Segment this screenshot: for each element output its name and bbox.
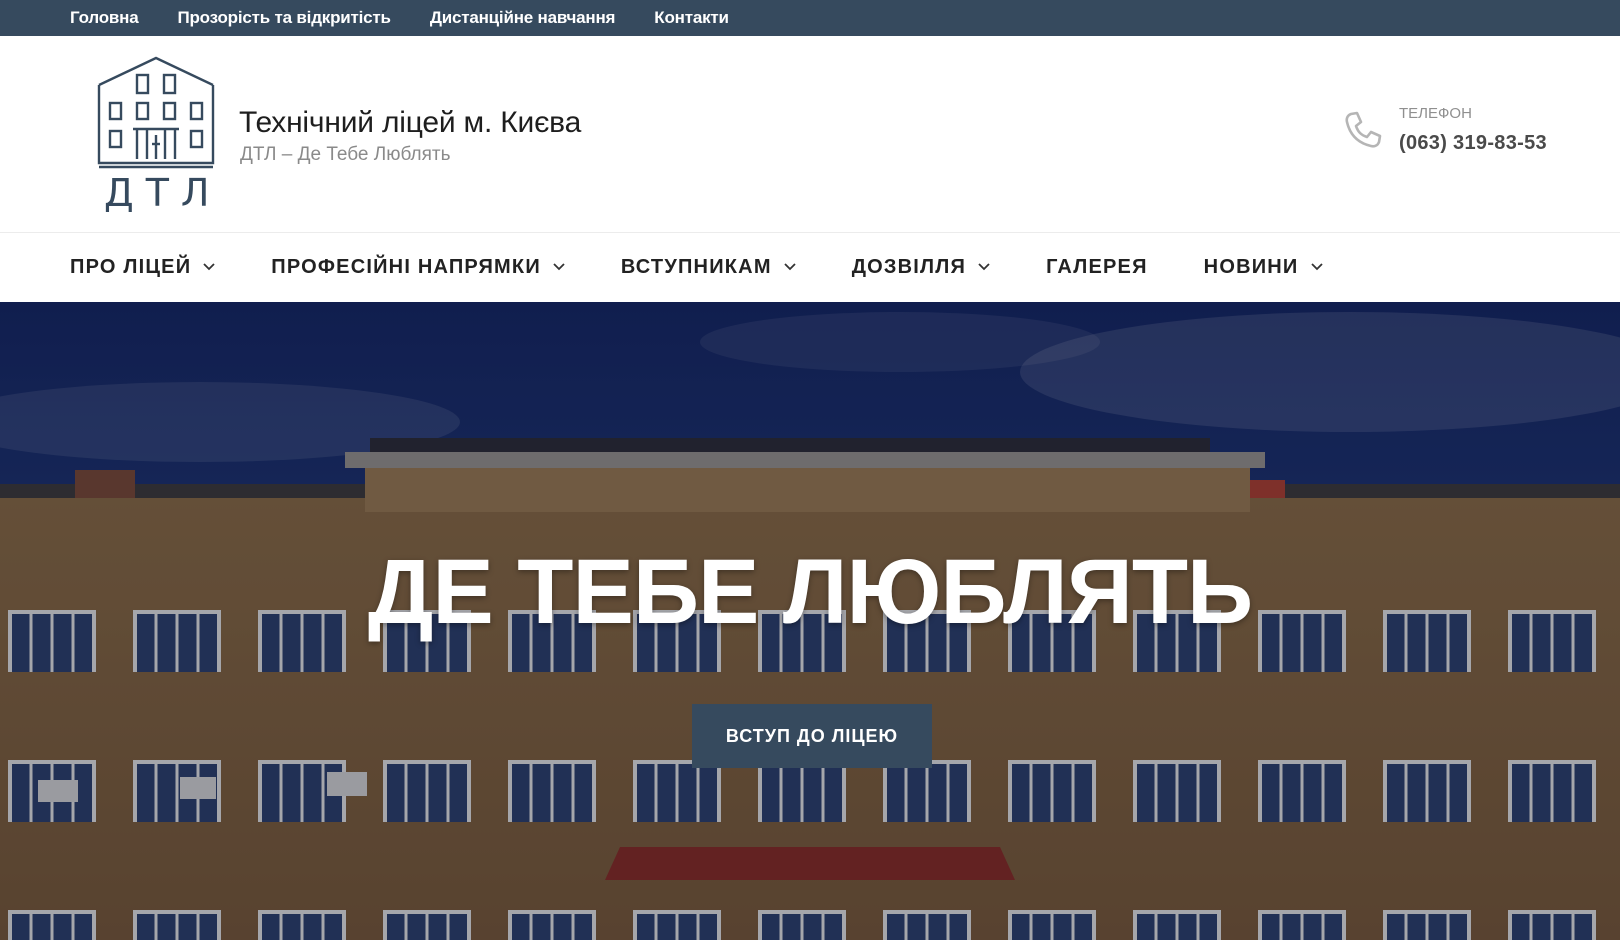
top-link-transparency[interactable]: Прозорість та відкритість [177,8,391,28]
nav-item-label: ВСТУПНИКАМ [620,255,772,278]
main-nav: ПРО ЛІЦЕЙ ПРОФЕСІЙНІ НАПРЯМКИ ВСТУПНИКАМ… [0,233,1620,301]
site-header: ДТЛ Технічний ліцей м. Києва ДТЛ – Де Те… [0,36,1620,233]
phone-icon [1345,111,1382,148]
site-title[interactable]: Технічний ліцей м. Києва [239,106,581,140]
hero-banner: ДЕ ТЕБЕ ЛЮБЛЯТЬ ВСТУП ДО ЛІЦЕЮ [0,302,1620,940]
nav-item-gallery[interactable]: ГАЛЕРЕЯ [1046,256,1148,279]
nav-item-label: ПРО ЛІЦЕЙ [70,255,192,278]
nav-item-applicants[interactable]: ВСТУПНИКАМ [621,256,796,279]
admission-button[interactable]: ВСТУП ДО ЛІЦЕЮ [692,704,932,768]
nav-item-professional-directions[interactable]: ПРОФЕСІЙНІ НАПРЯМКИ [271,256,565,279]
chevron-down-icon [1310,263,1323,271]
top-bar: Головна Прозорість та відкритість Дистан… [0,0,1620,36]
site-tagline: ДТЛ – Де Тебе Люблять [240,144,451,165]
chevron-down-icon [203,263,215,271]
nav-item-leisure[interactable]: ДОЗВІЛЛЯ [852,256,990,279]
top-link-home[interactable]: Головна [70,8,139,28]
phone-number[interactable]: (063) 319-83-53 [1399,132,1547,155]
logo-text: ДТЛ [104,171,222,215]
nav-item-label: ПРОФЕСІЙНІ НАПРЯМКИ [271,255,541,278]
phone-label: Телефон [1399,105,1472,122]
chevron-down-icon [784,263,796,271]
nav-item-label: НОВИНИ [1203,255,1299,278]
nav-item-label: ГАЛЕРЕЯ [1046,255,1148,278]
top-links: Головна Прозорість та відкритість Дистан… [70,0,729,36]
nav-item-label: ДОЗВІЛЛЯ [851,255,967,278]
top-link-distance-learning[interactable]: Дистанційне навчання [430,8,616,28]
top-link-contacts[interactable]: Контакти [654,8,729,28]
chevron-down-icon [978,263,990,271]
nav-item-about[interactable]: ПРО ЛІЦЕЙ [70,256,215,279]
nav-item-news[interactable]: НОВИНИ [1204,256,1323,279]
hero-title: ДЕ ТЕБЕ ЛЮБЛЯТЬ [367,541,1253,643]
chevron-down-icon [553,263,565,271]
